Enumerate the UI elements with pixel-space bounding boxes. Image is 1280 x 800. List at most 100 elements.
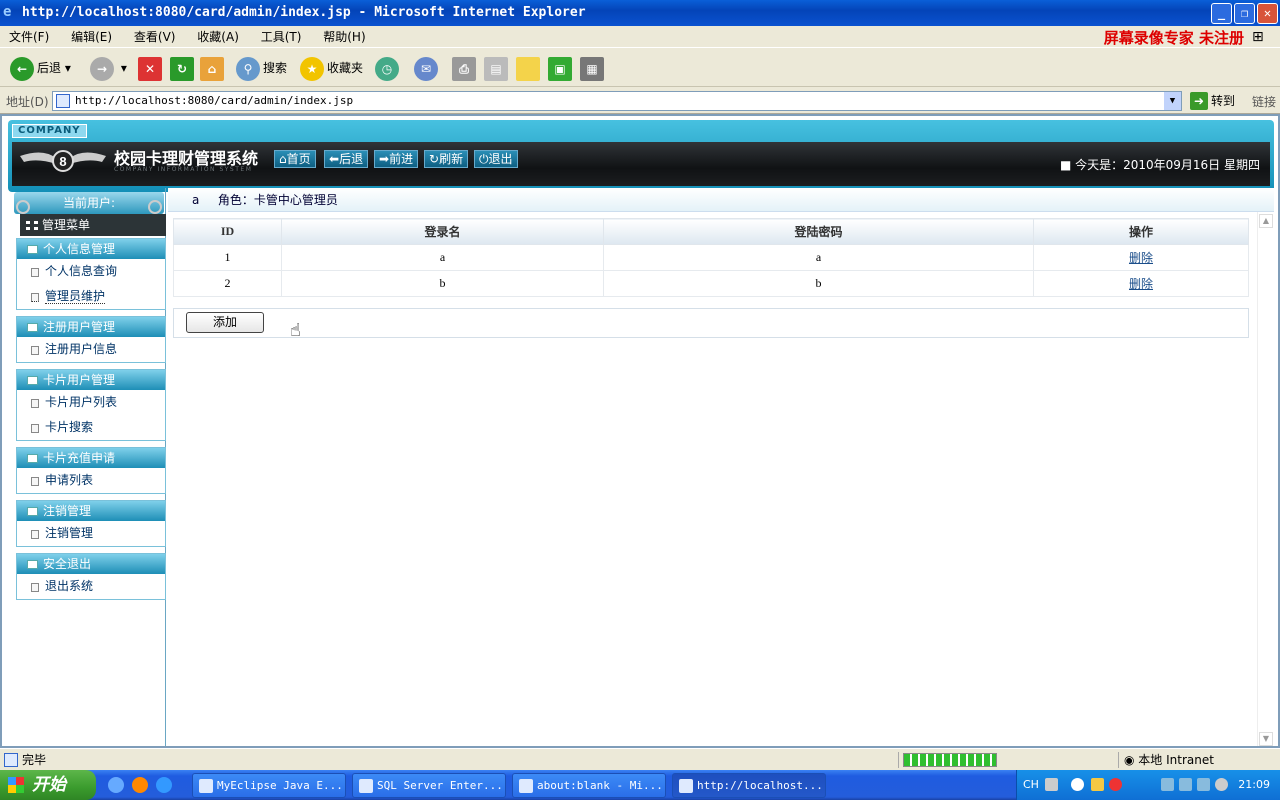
sidebar-item-exit-system[interactable]: 退出系统 (17, 574, 165, 599)
home-button[interactable]: ⌂ (200, 54, 227, 82)
search-button[interactable]: ⚲ 搜索 (236, 54, 287, 82)
start-label: 开始 (32, 775, 66, 794)
sidebar-item-card-user-list[interactable]: 卡片用户列表 (17, 390, 165, 415)
show-desktop-icon[interactable] (108, 777, 124, 793)
menu-help[interactable]: 帮助(H) (314, 26, 374, 48)
vertical-scrollbar[interactable]: ▲ ▼ (1257, 212, 1274, 746)
sidebar-item-apply-list[interactable]: 申请列表 (17, 468, 165, 493)
refresh-button[interactable]: ↻ (170, 54, 197, 82)
nav-logout-button[interactable]: ⏻退出 (474, 150, 518, 168)
nav-refresh-button[interactable]: ↻刷新 (424, 150, 469, 168)
table-header-row: ID 登录名 登陆密码 操作 (173, 218, 1249, 245)
delete-link[interactable]: 删除 (1129, 251, 1153, 265)
recorder-watermark: 屏幕录像专家 未注册 (1103, 29, 1244, 47)
task-about-blank[interactable]: about:blank - Mi... (512, 773, 666, 798)
book-icon (27, 323, 38, 332)
refresh-icon: ↻ (170, 56, 194, 81)
go-button[interactable]: ➜ 转到 (1190, 92, 1235, 110)
display-icon[interactable] (1161, 778, 1174, 791)
add-button[interactable]: 添加 (186, 312, 264, 333)
scroll-up-icon[interactable]: ▲ (1259, 214, 1273, 228)
menu-tools[interactable]: 工具(T) (252, 26, 311, 48)
admin-table: ID 登录名 登陆密码 操作 1 a a 删除 2 b b 删除 (173, 218, 1249, 297)
ie-quicklaunch-icon[interactable] (156, 777, 172, 793)
section-header[interactable]: 卡片用户管理 (17, 370, 165, 390)
section-header[interactable]: 注销管理 (17, 501, 165, 521)
sidebar-item-label: 管理员维护 (45, 289, 106, 304)
current-user-name: a (192, 193, 200, 207)
favorites-button[interactable]: ★ 收藏夹 (300, 54, 363, 82)
nav-home-label: 首页 (286, 152, 311, 166)
restore-button[interactable]: ❐ (1234, 3, 1255, 24)
sidebar-item-label: 个人信息查询 (45, 264, 118, 278)
volume-icon[interactable] (1197, 778, 1210, 791)
note-icon (516, 56, 540, 81)
back-button[interactable]: ← 后退 ▾ (10, 54, 71, 82)
svg-text:8: 8 (59, 154, 66, 169)
task-label: about:blank - Mi... (537, 779, 663, 792)
stop-button[interactable]: ✕ (138, 54, 165, 82)
minimize-button[interactable]: _ (1211, 3, 1232, 24)
network-connection-icon[interactable] (1179, 778, 1192, 791)
document-icon (31, 477, 39, 486)
menu-view[interactable]: 查看(V) (125, 26, 185, 48)
address-dropdown-icon[interactable]: ▼ (1164, 92, 1181, 110)
nav-back-button[interactable]: ⬅后退 (324, 150, 369, 168)
nav-home-button[interactable]: ⌂首页 (274, 150, 316, 168)
task-myeclipse[interactable]: MyEclipse Java E... (192, 773, 346, 798)
address-url: http://localhost:8080/card/admin/index.j… (75, 94, 354, 107)
book-icon (27, 507, 38, 516)
links-button[interactable]: 链接 (1252, 93, 1276, 110)
section-header[interactable]: 个人信息管理 (17, 239, 165, 259)
messenger-button[interactable]: ▣ (548, 54, 575, 82)
section-header[interactable]: 卡片充值申请 (17, 448, 165, 468)
document-icon (31, 346, 39, 355)
mail-icon: ✉ (414, 56, 438, 81)
tray-arrow-icon[interactable] (1071, 778, 1084, 791)
sidebar-item-registered-info[interactable]: 注册用户信息 (17, 337, 165, 362)
scroll-down-icon[interactable]: ▼ (1259, 732, 1273, 746)
taskbar: 开始 MyEclipse Java E... SQL Server Enter.… (0, 770, 1280, 800)
star-icon: ★ (300, 56, 324, 81)
task-label: http://localhost... (697, 779, 823, 792)
sidebar-item-personal-query[interactable]: 个人信息查询 (17, 259, 165, 284)
task-localhost[interactable]: http://localhost... (672, 773, 826, 798)
menu-edit[interactable]: 编辑(E) (62, 26, 121, 48)
edit-button[interactable]: ▤ (484, 54, 511, 82)
zone-label: 本地 Intranet (1138, 753, 1214, 767)
window-title: http://localhost:8080/card/admin/index.j… (22, 5, 586, 20)
keyboard-icon[interactable] (1045, 778, 1058, 791)
research-button[interactable]: ▦ (580, 54, 607, 82)
qq-icon[interactable] (1109, 778, 1122, 791)
section-header[interactable]: 注册用户管理 (17, 317, 165, 337)
discuss-button[interactable] (516, 54, 543, 82)
cell-id: 2 (173, 270, 282, 297)
close-button[interactable]: ✕ (1257, 3, 1278, 24)
delete-link[interactable]: 删除 (1129, 277, 1153, 291)
security-icon[interactable] (1215, 778, 1228, 791)
add-row: 添加 (173, 308, 1249, 338)
mail-button[interactable]: ✉ (414, 54, 441, 82)
address-input[interactable]: http://localhost:8080/card/admin/index.j… (52, 91, 1182, 111)
table-row: 2 b b 删除 (173, 270, 1249, 297)
start-button[interactable]: 开始 (0, 770, 96, 800)
hand-cursor-icon: ☝ (290, 320, 301, 341)
print-button[interactable]: ⎙ (452, 54, 479, 82)
sidebar-item-card-search[interactable]: 卡片搜索 (17, 415, 165, 440)
task-sql-server[interactable]: SQL Server Enter... (352, 773, 506, 798)
section-header[interactable]: 安全退出 (17, 554, 165, 574)
menu-file[interactable]: 文件(F) (0, 26, 58, 48)
cell-id: 1 (173, 244, 282, 271)
sidebar-item-cancel-management[interactable]: 注销管理 (17, 521, 165, 546)
sidebar-item-label: 退出系统 (45, 579, 94, 593)
language-indicator[interactable]: CH (1023, 770, 1039, 800)
nav-forward-button[interactable]: ➡前进 (374, 150, 419, 168)
research-icon: ▦ (580, 56, 604, 81)
history-button[interactable]: ◷ (375, 54, 402, 82)
menu-favorites[interactable]: 收藏(A) (188, 26, 248, 48)
sidebar-item-admin-maintain[interactable]: 管理员维护 (17, 284, 165, 309)
firefox-icon[interactable] (132, 777, 148, 793)
role-bar: a 角色：卡管中心管理员 (168, 188, 1274, 212)
network-icon[interactable] (1091, 778, 1104, 791)
forward-button[interactable]: → ▾ (90, 54, 127, 82)
